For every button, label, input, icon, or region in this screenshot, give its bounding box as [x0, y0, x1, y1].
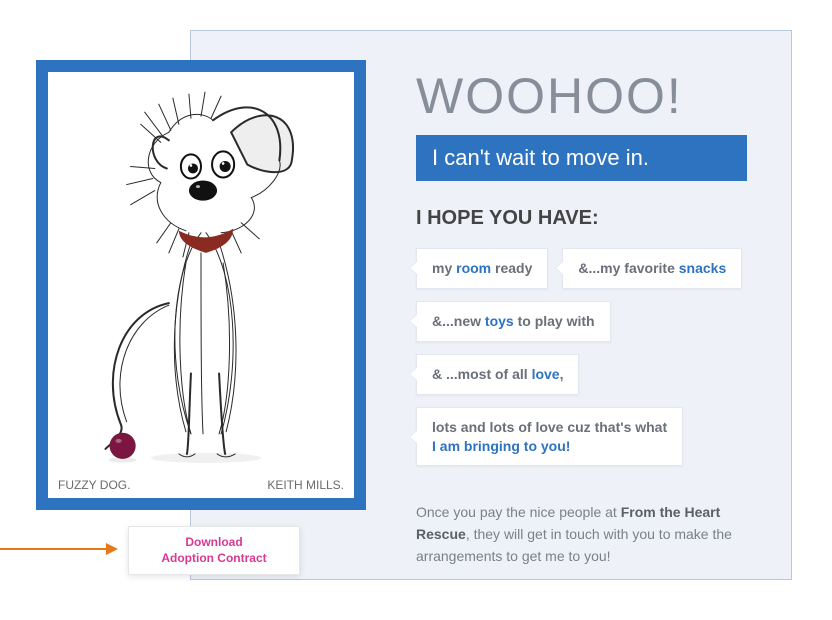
subhead: I HOPE YOU HAVE:	[416, 207, 747, 230]
closing-paragraph: Once you pay the nice people at From the…	[416, 502, 746, 567]
banner: I can't wait to move in.	[416, 135, 747, 181]
bubble-bringing: lots and lots of love cuz that's what I …	[416, 407, 683, 467]
caption-right: KEITH MILLS.	[267, 478, 344, 492]
bubble-toys: &...new toys to play with	[416, 301, 611, 342]
pet-illustration-frame: FUZZY DOG. KEITH MILLS.	[36, 60, 366, 510]
bubble-room: my room ready	[416, 248, 548, 289]
page-title: WOOHOO!	[416, 71, 747, 121]
bubble-love: & ...most of all love,	[416, 354, 579, 395]
pet-illustration	[48, 72, 354, 474]
arrow-icon	[0, 542, 118, 556]
download-contract-button[interactable]: Download Adoption Contract	[128, 526, 300, 575]
art-captions: FUZZY DOG. KEITH MILLS.	[48, 474, 354, 498]
caption-left: FUZZY DOG.	[58, 478, 130, 492]
download-label-line2: Adoption Contract	[141, 551, 287, 567]
download-label-line1: Download	[141, 535, 287, 551]
bubble-list: my room ready &...my favorite snacks &..…	[416, 248, 747, 466]
bubble-snacks: &...my favorite snacks	[562, 248, 742, 289]
